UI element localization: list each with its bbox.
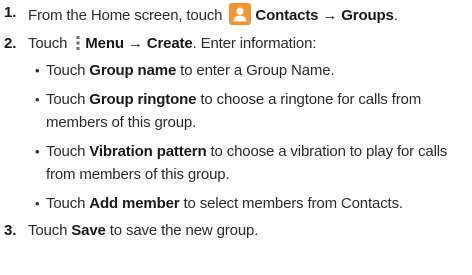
step-1: 1. From the Home screen, touch Contacts … <box>4 3 468 25</box>
list-item: • Touch Vibration pattern to choose a vi… <box>28 140 468 186</box>
bullet-desc: to select members from Contacts. <box>179 195 404 212</box>
step-text-lead: Touch <box>28 35 72 52</box>
step-text-tail: to save the new group. <box>105 222 259 239</box>
contacts-app-icon <box>229 3 252 25</box>
bullet-icon: • <box>35 196 40 211</box>
bullet-desc: to enter a Group Name. <box>176 62 335 79</box>
list-item: • Touch Group ringtone to choose a ringt… <box>28 88 468 134</box>
save-label: Save <box>71 222 106 239</box>
arrow: → <box>123 35 147 52</box>
list-item: • Touch Group name to enter a Group Name… <box>28 59 468 82</box>
bullet-icon: • <box>35 63 40 78</box>
step-text: Touch Save to save the new group. <box>28 221 468 240</box>
contacts-label: Contacts <box>255 7 319 24</box>
menu-dots-icon <box>74 35 82 51</box>
bullet-lead: Touch <box>46 91 90 108</box>
instructions-document: 1. From the Home screen, touch Contacts … <box>0 0 472 275</box>
bullet-icon: • <box>35 92 40 107</box>
step-text-tail: . <box>393 7 398 24</box>
step-text-lead: Touch <box>28 222 72 239</box>
list-item: • Touch Add member to select members fro… <box>28 192 468 215</box>
step-number: 2. <box>4 35 17 52</box>
bullet-text: Touch Group ringtone to choose a rington… <box>44 88 468 134</box>
step-text: From the Home screen, touch Contacts → G… <box>28 3 468 25</box>
bullet-term: Group ringtone <box>89 91 197 108</box>
create-label: Create <box>146 35 193 52</box>
bullet-lead: Touch <box>46 195 90 212</box>
step-content: Touch Menu → Create. Enter information: … <box>28 34 468 221</box>
bullet-term: Group name <box>89 62 177 79</box>
step-text-lead: From the Home screen, touch <box>28 7 227 24</box>
bullet-icon: • <box>35 144 40 159</box>
bullet-term: Add member <box>89 195 180 212</box>
bullet-lead: Touch <box>46 143 90 160</box>
groups-label: Groups <box>341 7 394 24</box>
step-2: 2. Touch Menu → Create. Enter informatio… <box>4 34 468 221</box>
step-number: 1. <box>4 4 17 21</box>
menu-label: Menu <box>85 35 124 52</box>
step-number: 3. <box>4 222 17 239</box>
bullet-list: • Touch Group name to enter a Group Name… <box>28 59 468 215</box>
step-text: Touch Menu → Create. Enter information: <box>28 34 468 53</box>
bullet-text: Touch Vibration pattern to choose a vibr… <box>44 140 468 186</box>
bullet-text: Touch Group name to enter a Group Name. <box>44 59 468 82</box>
step-text-tail: . Enter information: <box>192 35 317 52</box>
arrow: → <box>318 7 342 24</box>
bullet-term: Vibration pattern <box>89 143 207 160</box>
bullet-lead: Touch <box>46 62 90 79</box>
step-3: 3. Touch Save to save the new group. <box>4 221 468 240</box>
bullet-text: Touch Add member to select members from … <box>44 192 468 215</box>
